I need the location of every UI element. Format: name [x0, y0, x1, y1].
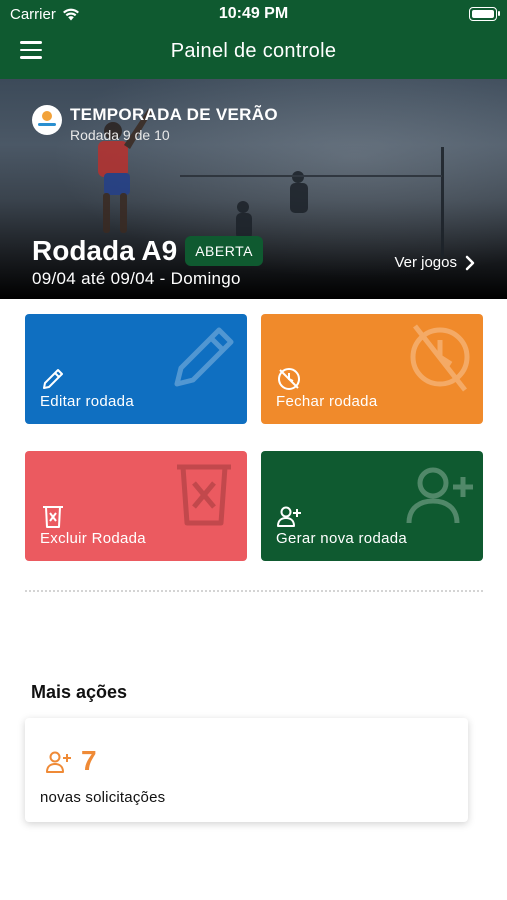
requests-card[interactable]: 7 novas solicitações: [25, 718, 468, 822]
season-header: TEMPORADA DE VERÃO Rodada 9 de 10: [32, 105, 278, 143]
requests-label: novas solicitações: [40, 789, 166, 806]
see-games-label: Ver jogos: [394, 254, 457, 271]
season-title: TEMPORADA DE VERÃO: [70, 105, 278, 124]
nav-bar: Painel de controle: [0, 28, 507, 79]
new-round-button[interactable]: Gerar nova rodada: [261, 451, 483, 561]
clock: 10:49 PM: [218, 5, 289, 22]
close-round-label: Fechar rodada: [276, 393, 378, 410]
delete-round-label: Excluir Rodada: [40, 530, 146, 547]
trash-icon: [43, 506, 63, 528]
clock-off-icon: [278, 368, 300, 390]
new-round-label: Gerar nova rodada: [276, 530, 408, 547]
close-round-button[interactable]: Fechar rodada: [261, 314, 483, 424]
round-dates: 09/04 até 09/04 - Domingo: [32, 269, 241, 288]
add-user-icon: [277, 506, 301, 527]
season-progress: Rodada 9 de 10: [70, 127, 170, 143]
pencil-icon: [174, 327, 234, 387]
delete-round-button[interactable]: Excluir Rodada: [25, 451, 247, 561]
pencil-icon: [43, 369, 63, 389]
status-bar: Carrier 10:49 PM: [0, 0, 507, 28]
edit-round-button[interactable]: Editar rodada: [25, 314, 247, 424]
more-actions-title: Mais ações: [31, 682, 128, 702]
add-user-icon: [46, 751, 71, 773]
round-header: Rodada A9 ABERTA: [32, 235, 263, 267]
top-bar: Carrier 10:49 PM Painel de controle: [0, 0, 507, 79]
edit-round-label: Editar rodada: [40, 393, 134, 410]
round-title: Rodada A9: [32, 235, 178, 266]
status-badge: ABERTA: [185, 236, 263, 266]
requests-count: 7: [81, 745, 97, 776]
page-title: Painel de controle: [170, 40, 337, 62]
clock-off-icon: [410, 324, 470, 392]
battery-icon: [469, 7, 500, 21]
see-games-link[interactable]: Ver jogos: [394, 254, 475, 271]
chevron-right-icon: [465, 255, 475, 270]
hero-banner: TEMPORADA DE VERÃO Rodada 9 de 10 Rodada…: [0, 79, 507, 299]
season-logo: [32, 105, 62, 135]
add-user-icon: [406, 467, 473, 524]
divider: [25, 590, 483, 592]
trash-icon: [177, 464, 231, 526]
